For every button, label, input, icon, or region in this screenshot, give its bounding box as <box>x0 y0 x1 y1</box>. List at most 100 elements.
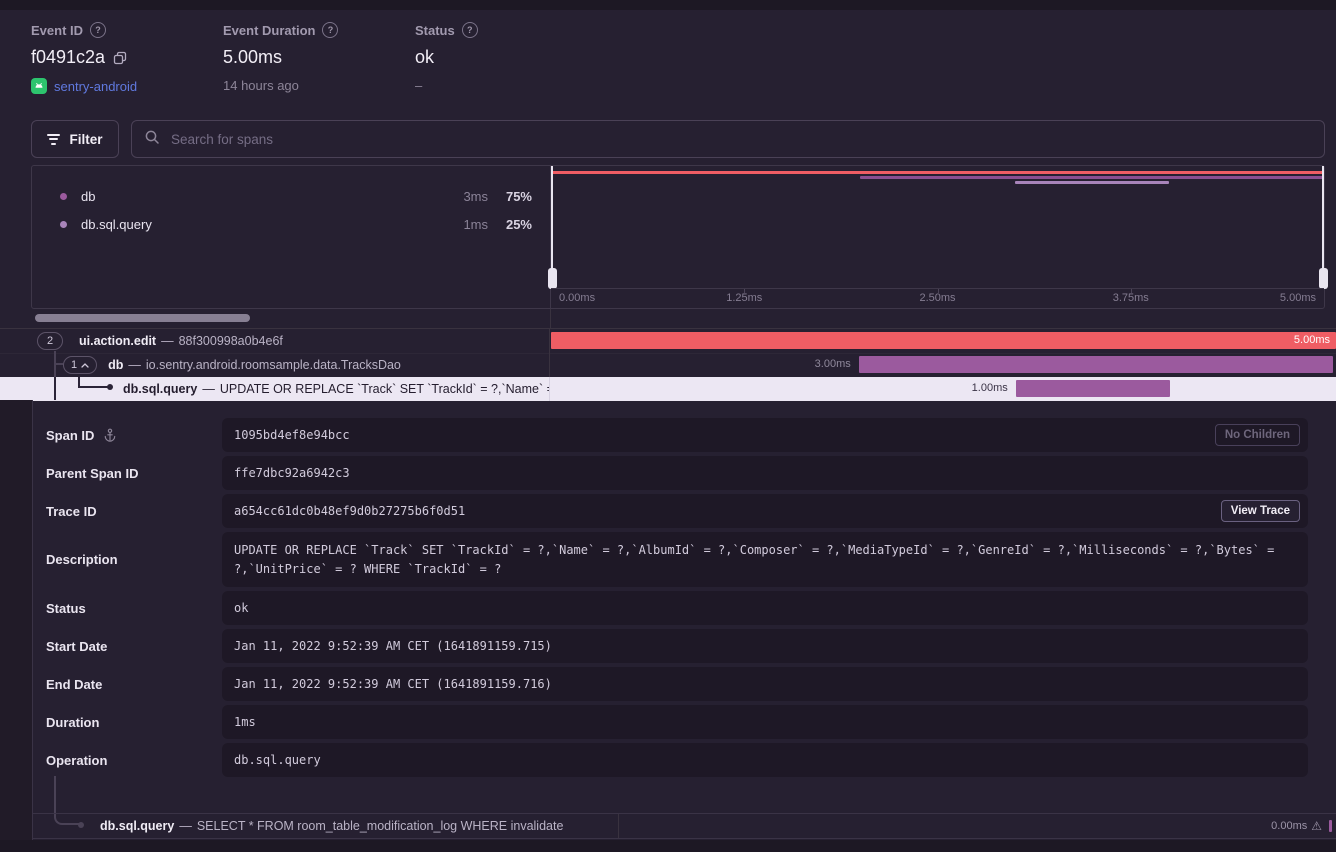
tick-1: 1.25ms <box>726 292 762 304</box>
event-age: 14 hours ago <box>223 78 299 93</box>
span-duration-label: 1.00ms <box>972 382 1008 394</box>
span-op: db <box>108 358 123 372</box>
minimap-span-ui-action-edit <box>551 171 1324 174</box>
filter-button[interactable]: Filter <box>31 120 119 158</box>
trace-id-value-box: a654cc61dc0b48ef9d0b27275b6f0d51 View Tr… <box>222 494 1308 528</box>
children-count-pill[interactable]: 2 <box>37 332 63 350</box>
duration-value: 1ms <box>234 715 356 729</box>
span-search[interactable] <box>131 120 1325 158</box>
span-duration-label: 3.00ms <box>815 358 851 370</box>
event-id-label: Event ID <box>31 23 83 38</box>
span-bar[interactable] <box>859 356 1333 373</box>
tick-0: 0.00ms <box>559 292 595 304</box>
detail-row-duration: Duration 1ms <box>46 705 1308 739</box>
filter-icon <box>47 134 60 145</box>
operation-value-box: db.sql.query <box>222 743 1308 777</box>
help-icon[interactable]: ? <box>462 22 478 38</box>
minimap-chart[interactable]: 0.00ms 1.25ms 2.50ms 3.75ms 5.00ms <box>551 166 1324 308</box>
span-bar[interactable] <box>1016 380 1171 397</box>
span-desc: SELECT * FROM room_table_modification_lo… <box>197 819 564 833</box>
event-id-label-row: Event ID ? <box>31 22 137 38</box>
tree-guide-line <box>54 776 56 814</box>
span-row-db[interactable]: 1 db — io.sentry.android.roomsample.data… <box>0 353 1336 378</box>
detail-label: Status <box>46 601 86 616</box>
op-duration: 1ms <box>436 217 488 232</box>
tree-guide-line <box>54 377 56 400</box>
trace-id-value: a654cc61dc0b48ef9d0b27275b6f0d51 <box>234 504 565 518</box>
no-children-button: No Children <box>1215 424 1300 446</box>
span-desc: 88f300998a0b4e6f <box>179 334 283 348</box>
end-date-value-box: Jan 11, 2022 9:52:39 AM CET (1641891159.… <box>222 667 1308 701</box>
span-status-value: ok <box>234 601 348 615</box>
span-row-db-sql-query-selected[interactable]: db.sql.query — UPDATE OR REPLACE `Track`… <box>0 377 1336 401</box>
toolbar: Filter <box>31 120 1325 158</box>
status-label: Status <box>415 23 455 38</box>
detail-label: Parent Span ID <box>46 466 138 481</box>
detail-row-trace-id: Trace ID a654cc61dc0b48ef9d0b27275b6f0d5… <box>46 494 1308 528</box>
project-link[interactable]: sentry-android <box>54 79 137 94</box>
event-id-value: f0491c2a <box>31 47 105 68</box>
op-color-dot <box>60 193 67 200</box>
op-percent: 75% <box>488 189 532 204</box>
ops-breakdown-row-db-sql-query[interactable]: db.sql.query 1ms 25% <box>32 210 550 238</box>
end-date-value: Jan 11, 2022 9:52:39 AM CET (1641891159.… <box>234 677 652 691</box>
detail-label: Operation <box>46 753 107 768</box>
detail-label: End Date <box>46 677 102 692</box>
bottom-edge <box>0 840 1336 852</box>
span-detail-page: Event ID ? f0491c2a sentry-android Event… <box>0 0 1336 852</box>
view-trace-button[interactable]: View Trace <box>1221 500 1300 522</box>
detail-label: Span ID <box>46 428 94 443</box>
separator: — <box>202 382 215 396</box>
detail-label: Start Date <box>46 639 107 654</box>
detail-row-status: Status ok <box>46 591 1308 625</box>
minimap-left-handle[interactable] <box>551 166 553 289</box>
duration-value-box: 1ms <box>222 705 1308 739</box>
detail-label: Description <box>46 552 118 567</box>
separator: — <box>179 819 192 833</box>
separator: — <box>128 358 141 372</box>
span-bar[interactable]: 5.00ms <box>551 332 1336 349</box>
span-bar-duration: 5.00ms <box>551 332 1336 349</box>
help-icon[interactable]: ? <box>322 22 338 38</box>
chevron-up-icon <box>81 363 89 368</box>
detail-label: Trace ID <box>46 504 97 519</box>
warning-icon: ⚠ <box>1311 814 1322 838</box>
separator: — <box>161 334 174 348</box>
detail-row-span-id: Span ID 1095bd4ef8e94bcc No Children <box>46 418 1308 452</box>
status-value-box: ok <box>222 591 1308 625</box>
help-icon[interactable]: ? <box>90 22 106 38</box>
span-details-panel: Span ID 1095bd4ef8e94bcc No Children Par… <box>46 418 1308 777</box>
horizontal-scrollbar[interactable] <box>35 314 250 322</box>
event-duration-value: 5.00ms <box>223 47 282 68</box>
description-value: UPDATE OR REPLACE `Track` SET `TrackId` … <box>234 541 1296 578</box>
tick-4: 5.00ms <box>1280 292 1316 304</box>
tick-3: 3.75ms <box>1113 292 1149 304</box>
trace-minimap: db 3ms 75% db.sql.query 1ms 25% <box>31 165 1325 309</box>
span-id-value-box: 1095bd4ef8e94bcc No Children <box>222 418 1308 452</box>
span-bar <box>1329 820 1332 832</box>
minimap-right-handle[interactable] <box>1322 166 1324 289</box>
search-input[interactable] <box>169 131 1312 148</box>
anchor-icon[interactable] <box>103 428 117 442</box>
op-color-dot <box>60 221 67 228</box>
event-id-column: Event ID ? f0491c2a sentry-android <box>31 22 137 94</box>
tree-guide-line <box>56 363 63 365</box>
operation-value: db.sql.query <box>234 753 421 767</box>
event-duration-label: Event Duration <box>223 23 315 38</box>
op-name: db <box>81 189 95 204</box>
detail-label: Duration <box>46 715 99 730</box>
span-desc: UPDATE OR REPLACE `Track` SET `TrackId` … <box>220 382 550 396</box>
span-row-ui-action-edit[interactable]: 2 ui.action.edit — 88f300998a0b4e6f 5.00… <box>0 329 1336 354</box>
parent-span-id-value: ffe7dbc92a6942c3 <box>234 466 450 480</box>
copy-icon[interactable] <box>113 51 127 65</box>
tree-scroll-row <box>0 309 1336 329</box>
ops-breakdown-row-db[interactable]: db 3ms 75% <box>32 182 550 210</box>
children-count-pill[interactable]: 1 <box>63 356 97 374</box>
minimap-span-db-sql-query <box>1015 181 1170 184</box>
span-row-db-sql-query-footer[interactable]: db.sql.query — SELECT * FROM room_table_… <box>32 813 1336 839</box>
span-op: db.sql.query <box>100 819 174 833</box>
detail-row-description: Description UPDATE OR REPLACE `Track` SE… <box>46 532 1308 587</box>
span-desc: io.sentry.android.roomsample.data.Tracks… <box>146 358 401 372</box>
top-edge <box>0 0 1336 10</box>
detail-row-end-date: End Date Jan 11, 2022 9:52:39 AM CET (16… <box>46 667 1308 701</box>
